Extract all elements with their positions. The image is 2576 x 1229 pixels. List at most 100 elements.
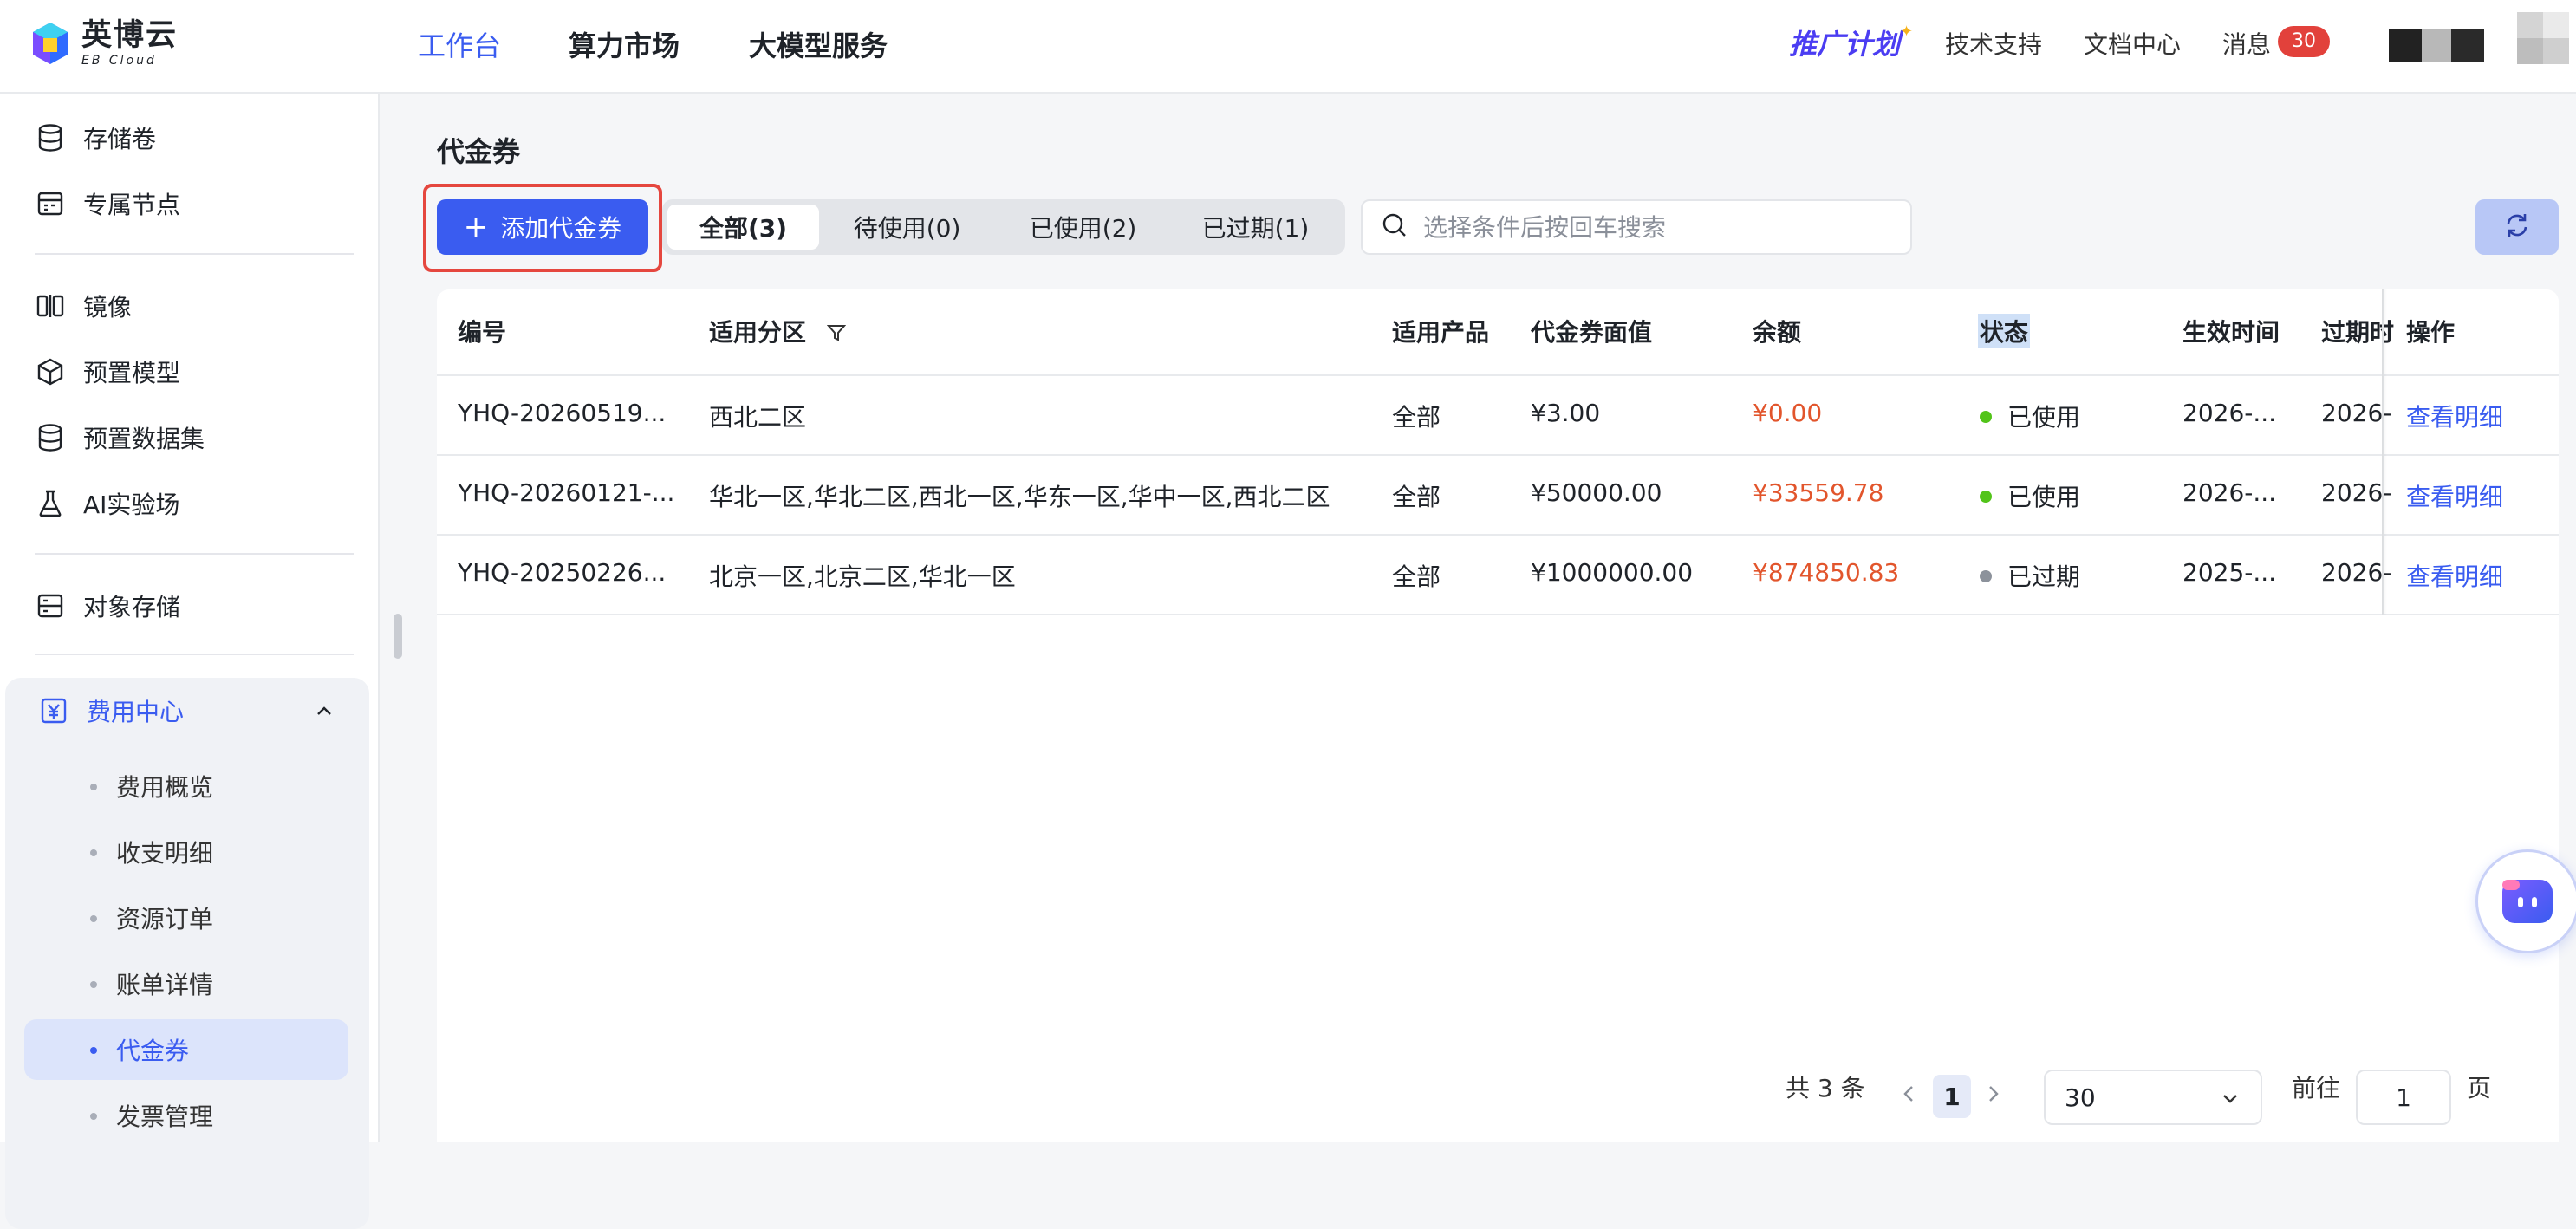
status-dot-expired [1980, 570, 1992, 582]
sidebar-item-label: 存储卷 [83, 125, 157, 153]
page-size-select[interactable]: 30 [2044, 1070, 2262, 1125]
column-header-face-value: 代金券面值 [1531, 318, 1653, 347]
database-icon [35, 422, 66, 453]
row-divider [437, 454, 2559, 456]
cell-product: 全部 [1392, 403, 1441, 432]
search-box [1361, 199, 1912, 255]
bullet-dot [90, 1113, 97, 1120]
tab-used[interactable]: 已使用(2) [995, 205, 1171, 250]
sidebar-item-label: 预置模型 [83, 359, 181, 387]
fixed-column-shadow [2382, 289, 2387, 615]
top-navigation-bar: 英博云 EB Cloud 工作台 算力市场 大模型服务 推广计划✦ 技术支持 文… [0, 0, 2576, 94]
ai-assistant-button[interactable] [2475, 849, 2576, 953]
user-name-masked[interactable] [2389, 29, 2484, 62]
cube-icon [35, 356, 66, 387]
mirror-icon [35, 290, 66, 322]
pagination-total: 共 3 条 [1786, 1074, 1865, 1102]
bullet-dot [90, 849, 97, 856]
messages-link[interactable]: 消息 [2222, 26, 2271, 61]
sidebar-item-mirror[interactable]: 镜像 [35, 284, 132, 328]
filter-icon[interactable] [826, 320, 846, 348]
tab-all[interactable]: 全部(3) [667, 205, 820, 250]
tech-support-link[interactable]: 技术支持 [1945, 26, 2042, 61]
column-header-product: 适用产品 [1392, 318, 1490, 347]
sparkle-icon: ✦ [1900, 23, 1914, 41]
cell-id: YHQ-20250226... [458, 558, 667, 587]
cell-start-time: 2026-... [2182, 478, 2277, 507]
cell-zones: 华北一区,华北二区,西北一区,华东一区,华中一区,西北二区 [709, 483, 1330, 511]
sidebar-group-billing: 费用中心 费用概览 收支明细 资源订单 账单详情 代金券 发票管理 [5, 678, 369, 1229]
database-icon [35, 122, 66, 153]
sidebar-group-label: 费用中心 [87, 698, 185, 726]
cell-zones: 北京一区,北京二区,华北一区 [709, 562, 1016, 591]
cell-face-value: ¥3.00 [1531, 399, 1601, 427]
nav-compute-market[interactable]: 算力市场 [569, 24, 680, 64]
chevron-up-icon[interactable] [310, 697, 338, 725]
cell-face-value: ¥1000000.00 [1531, 558, 1694, 587]
sidebar-item-object-storage[interactable]: 对象存储 [35, 584, 180, 628]
sidebar-group-billing-header[interactable]: 费用中心 [38, 678, 184, 744]
nav-llm-service[interactable]: 大模型服务 [749, 24, 888, 64]
cell-product: 全部 [1392, 483, 1441, 511]
sidebar-subitem-resource-orders[interactable]: 资源订单 [24, 888, 348, 948]
add-voucher-button[interactable]: + 添加代金券 [437, 199, 648, 255]
brand-name: 英博云 [81, 17, 179, 53]
view-details-link[interactable]: 查看明细 [2406, 399, 2503, 433]
brand-logo[interactable]: 英博云 EB Cloud [31, 16, 178, 71]
cell-face-value: ¥50000.00 [1531, 478, 1662, 507]
goto-label: 前往 [2292, 1074, 2341, 1102]
sidebar-item-preset-model[interactable]: 预置模型 [35, 350, 180, 393]
bullet-dot [90, 915, 97, 922]
sidebar-subitem-transactions[interactable]: 收支明细 [24, 822, 348, 882]
sidebar-subitem-bill-details[interactable]: 账单详情 [24, 953, 348, 1014]
sidebar-divider [35, 253, 354, 255]
cell-status: 已过期 [1980, 558, 2080, 593]
promo-plan-link[interactable]: 推广计划✦ [1789, 23, 1913, 62]
sidebar-item-storage-volume[interactable]: 存储卷 [35, 116, 156, 159]
docs-center-link[interactable]: 文档中心 [2084, 26, 2181, 61]
view-details-link[interactable]: 查看明细 [2406, 478, 2503, 513]
cell-start-time: 2025-... [2182, 558, 2277, 587]
nav-workbench[interactable]: 工作台 [418, 24, 501, 64]
row-divider [437, 374, 2559, 376]
tab-pending[interactable]: 待使用(0) [819, 205, 995, 250]
refresh-button[interactable] [2475, 199, 2559, 255]
goto-page-input[interactable]: 1 [2356, 1070, 2451, 1125]
message-count-badge: 30 [2278, 26, 2330, 57]
cell-status: 已使用 [1980, 399, 2080, 433]
plus-icon: + [463, 210, 489, 244]
column-header-start-time: 生效时间 [2182, 318, 2280, 347]
search-icon [1382, 212, 1408, 242]
bullet-dot [90, 1047, 97, 1054]
sidebar-subitem-invoice-management[interactable]: 发票管理 [24, 1085, 348, 1146]
sidebar-resize-handle[interactable] [394, 614, 402, 659]
voucher-table: 编号 适用分区 适用产品 代金券面值 余额 状态 生效时间 过期时 操作 YHQ… [437, 289, 2559, 1142]
avatar[interactable] [2517, 12, 2569, 64]
cell-id: YHQ-20260519... [458, 399, 667, 427]
page-number-current[interactable]: 1 [1933, 1075, 1971, 1118]
sidebar-item-ai-lab[interactable]: AI实验场 [35, 482, 179, 525]
status-dot-used [1980, 411, 1992, 423]
refresh-icon [2502, 211, 2532, 244]
storage-icon [35, 590, 66, 621]
column-header-actions: 操作 [2406, 318, 2456, 347]
chevron-right-icon[interactable] [1983, 1075, 2004, 1119]
search-input[interactable] [1421, 211, 1890, 243]
cell-balance: ¥33559.78 [1753, 478, 1884, 507]
robot-icon [2497, 869, 2558, 933]
sidebar-item-label: 镜像 [83, 293, 133, 322]
column-header-id: 编号 [458, 318, 507, 347]
sidebar-item-label: 预置数据集 [83, 425, 205, 453]
sidebar-item-preset-dataset[interactable]: 预置数据集 [35, 416, 205, 459]
sidebar-item-label: 对象存储 [83, 593, 181, 621]
chevron-left-icon[interactable] [1898, 1075, 1919, 1119]
status-dot-used [1980, 491, 1992, 503]
sidebar-item-dedicated-node[interactable]: 专属节点 [35, 182, 180, 225]
sidebar-subitem-cost-overview[interactable]: 费用概览 [24, 756, 348, 816]
cell-balance: ¥0.00 [1753, 399, 1823, 427]
tab-expired[interactable]: 已过期(1) [1171, 205, 1340, 250]
sidebar-subitem-vouchers[interactable]: 代金券 [24, 1019, 348, 1080]
view-details-link[interactable]: 查看明细 [2406, 558, 2503, 593]
cell-id: YHQ-20260121-... [458, 478, 675, 507]
calendar-grid-icon [35, 188, 66, 219]
